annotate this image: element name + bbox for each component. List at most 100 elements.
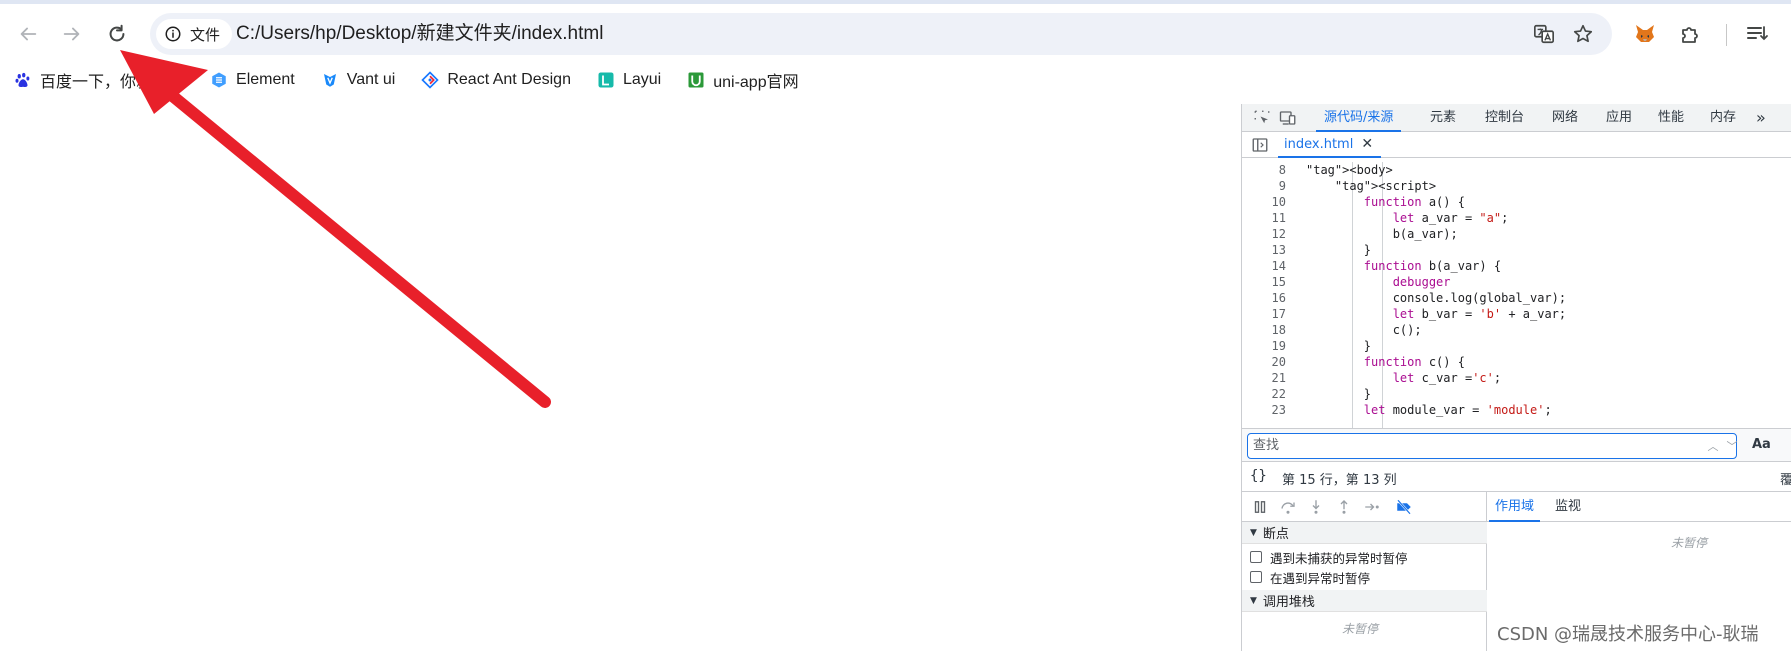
step-over-button[interactable] (1278, 497, 1298, 517)
inspect-cursor-icon (1254, 110, 1270, 124)
cursor-position: 第 15 行，第 13 列 (1282, 473, 1397, 488)
fox-icon (1636, 25, 1654, 42)
line-number[interactable]: 18 (1242, 322, 1286, 338)
reload-button[interactable] (103, 20, 131, 48)
code-lines: 8 "tag"><body> 9 "tag"><script> 10 function… (1242, 162, 1791, 418)
reading-list-button[interactable] (1744, 21, 1770, 47)
code-line: 20 function c() { (1242, 354, 1791, 370)
tab-application[interactable]: 应用 (1606, 104, 1632, 132)
code-line: 10 function a() { (1242, 194, 1791, 210)
file-tab-label: index.html (1284, 136, 1354, 152)
line-number[interactable]: 12 (1242, 226, 1286, 242)
site-info-chip[interactable]: 文件 (156, 19, 233, 49)
device-icon (1279, 111, 1296, 125)
line-number[interactable]: 21 (1242, 370, 1286, 386)
code-line: 13 } (1242, 242, 1791, 258)
code-text: function a() { (1363, 195, 1465, 209)
translate-button[interactable] (1532, 22, 1556, 46)
tab-console[interactable]: 控制台 (1485, 104, 1524, 132)
expand-triangle-icon: ▼ (1250, 527, 1257, 538)
uniapp-icon (688, 72, 704, 88)
inspect-element-button[interactable] (1252, 108, 1272, 128)
bookmark-label: Vant ui (346, 71, 396, 88)
code-editor[interactable]: 8 "tag"><body> 9 "tag"><script> 10 function… (1242, 162, 1791, 428)
line-number[interactable]: 16 (1242, 290, 1286, 306)
address-bar[interactable]: 文件 C:/Users/hp/Desktop/新建文件夹/index.html (150, 13, 1612, 55)
bookmark-label: uni-app官网 (713, 74, 799, 91)
info-icon (165, 26, 181, 42)
tab-watch[interactable]: 监视 (1549, 492, 1587, 522)
code-text: "tag"><script> (1334, 179, 1437, 193)
tab-scope[interactable]: 作用域 (1489, 492, 1541, 522)
pause-uncaught-checkbox[interactable] (1250, 551, 1262, 563)
tab-performance[interactable]: 性能 (1658, 104, 1684, 132)
reload-icon (109, 24, 125, 42)
bookmark-star-button[interactable] (1571, 22, 1595, 46)
bookmark-react-ant-design[interactable]: React Ant Design (421, 66, 571, 94)
code-line: 9 "tag"><script> (1242, 178, 1791, 194)
back-button[interactable] (14, 20, 42, 48)
line-number[interactable]: 22 (1242, 386, 1286, 402)
step-into-button[interactable] (1306, 497, 1326, 517)
code-text: console.log(global_var); (1306, 291, 1567, 305)
bookmark-uniapp[interactable]: uni-app官网 (687, 66, 799, 94)
metamask-extension-button[interactable] (1632, 21, 1658, 47)
line-number[interactable]: 10 (1242, 194, 1286, 210)
tab-network[interactable]: 网络 (1552, 104, 1578, 132)
bookmark-layui[interactable]: Layui (597, 66, 661, 94)
line-number[interactable]: 15 (1242, 274, 1286, 290)
line-number[interactable]: 19 (1242, 338, 1286, 354)
pause-caught-option[interactable]: 在遇到异常时暂停 (1250, 568, 1370, 586)
bookmark-element[interactable]: Element (210, 66, 295, 94)
pretty-print-button[interactable]: {} (1250, 468, 1267, 484)
editor-status-bar: {} 第 15 行，第 13 列 覆 (1242, 462, 1791, 492)
step-button[interactable] (1362, 497, 1382, 517)
option-label: 在遇到异常时暂停 (1270, 570, 1371, 586)
code-line: 14 function b(a_var) { (1242, 258, 1791, 274)
line-number[interactable]: 9 (1242, 178, 1286, 194)
pause-caught-checkbox[interactable] (1250, 571, 1262, 583)
code-text: c(); (1306, 323, 1422, 337)
star-icon (1573, 24, 1593, 43)
pause-uncaught-option[interactable]: 遇到未捕获的异常时暂停 (1250, 548, 1408, 566)
match-case-button[interactable]: Aa (1752, 437, 1771, 452)
bookmark-vant[interactable]: Vant ui (321, 66, 396, 94)
code-line: 17 let b_var = 'b' + a_var; (1242, 306, 1791, 322)
device-toolbar-button[interactable] (1278, 108, 1298, 128)
tab-memory[interactable]: 内存 (1710, 104, 1736, 132)
tab-elements[interactable]: 元素 (1430, 104, 1456, 132)
layui-icon (598, 72, 614, 88)
breakpoints-section-header[interactable]: ▼ 断点 (1242, 522, 1487, 544)
line-number[interactable]: 13 (1242, 242, 1286, 258)
extensions-button[interactable] (1678, 21, 1704, 47)
find-next-button[interactable]: ﹀ (1723, 437, 1741, 455)
deactivate-breakpoints-button[interactable] (1394, 497, 1414, 517)
call-stack-section-header[interactable]: ▼ 调用堆栈 (1242, 590, 1487, 612)
chevron-up-icon: ︿ (1707, 440, 1719, 453)
line-number[interactable]: 8 (1242, 162, 1286, 178)
code-line: 18 c(); (1242, 322, 1791, 338)
file-tab-index[interactable]: index.html ✕ (1278, 132, 1382, 158)
step-icon (1365, 503, 1379, 511)
close-icon[interactable]: ✕ (1361, 136, 1373, 152)
line-number[interactable]: 17 (1242, 306, 1286, 322)
toolbar-divider (1726, 24, 1727, 46)
toggle-navigator-button[interactable] (1250, 135, 1270, 155)
line-number[interactable]: 20 (1242, 354, 1286, 370)
bookmark-baidu[interactable]: 百度一下，你就知道 (14, 66, 184, 94)
pause-button[interactable] (1250, 497, 1270, 517)
find-previous-button[interactable]: ︿ (1704, 437, 1722, 455)
more-tabs-button[interactable]: » (1756, 104, 1766, 132)
code-text: let a_var = "a"; (1392, 211, 1509, 225)
find-input[interactable]: 查找 (1247, 433, 1737, 459)
bookmarks-bar: 百度一下，你就知道 Element Vant ui React Ant Desi… (0, 64, 1791, 96)
tab-sources[interactable]: 源代码/来源 (1316, 104, 1402, 132)
pause-icon (1254, 501, 1266, 513)
line-number[interactable]: 14 (1242, 258, 1286, 274)
line-number[interactable]: 23 (1242, 402, 1286, 418)
step-out-button[interactable] (1334, 497, 1354, 517)
forward-button[interactable] (58, 20, 86, 48)
code-text: } (1306, 339, 1372, 353)
url-text[interactable]: C:/Users/hp/Desktop/新建文件夹/index.html (236, 13, 603, 55)
line-number[interactable]: 11 (1242, 210, 1286, 226)
